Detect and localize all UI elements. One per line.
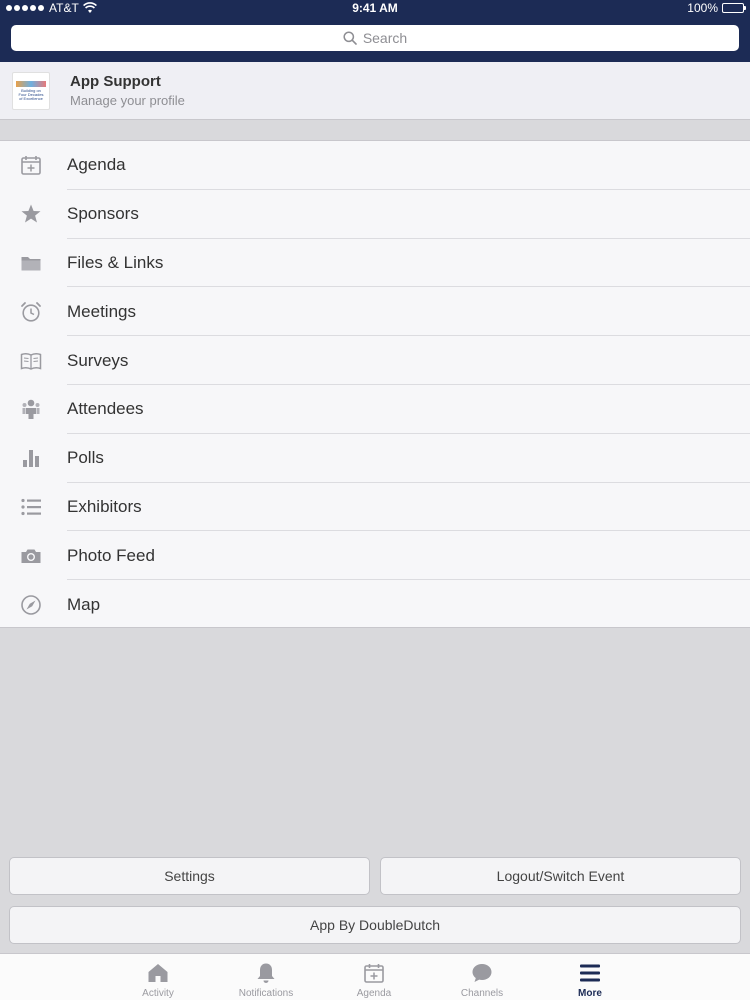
star-icon — [19, 202, 43, 226]
menu-icon — [580, 964, 600, 982]
app-by-doubledutch-button[interactable]: App By DoubleDutch — [9, 906, 741, 944]
battery-percent: 100% — [687, 1, 718, 15]
status-time: 9:41 AM — [352, 1, 398, 15]
list-icon — [19, 495, 43, 519]
camera-icon — [19, 544, 43, 568]
menu-item-label: Photo Feed — [67, 545, 155, 565]
more-menu-list: Agenda Sponsors Files & Links Meetings S… — [0, 140, 750, 628]
menu-item-label: Meetings — [67, 301, 136, 321]
menu-item-agenda[interactable]: Agenda — [0, 141, 750, 190]
menu-item-files-links[interactable]: Files & Links — [0, 239, 750, 288]
tab-more[interactable]: More — [536, 954, 644, 1000]
menu-item-map[interactable]: Map — [0, 580, 750, 629]
open-book-icon — [19, 349, 43, 373]
menu-item-label: Agenda — [67, 155, 126, 175]
home-icon — [148, 964, 168, 982]
menu-item-sponsors[interactable]: Sponsors — [0, 190, 750, 239]
tab-label: Agenda — [356, 988, 392, 999]
avatar: Building on Four Decades of Excellence — [12, 71, 50, 110]
avatar-line-3: of Excellence — [19, 95, 43, 101]
calendar-icon — [364, 964, 384, 983]
status-right: 100% — [687, 0, 746, 16]
bell-icon — [257, 963, 275, 983]
profile-title: App Support — [70, 73, 161, 90]
profile-subtitle: Manage your profile — [70, 93, 185, 108]
search-icon — [343, 31, 357, 45]
folder-icon — [19, 251, 43, 275]
bar-chart-icon — [19, 446, 43, 470]
avatar-graphic — [16, 80, 46, 87]
search-input[interactable]: Search — [11, 25, 739, 51]
tab-label: Channels — [460, 988, 504, 999]
menu-item-exhibitors[interactable]: Exhibitors — [0, 483, 750, 532]
top-bar: AT&T 9:41 AM 100% Search — [0, 0, 750, 62]
search-placeholder: Search — [362, 30, 408, 46]
profile-row[interactable]: Building on Four Decades of Excellence A… — [0, 62, 750, 120]
people-icon — [19, 397, 43, 421]
status-bar: AT&T 9:41 AM 100% — [0, 0, 750, 16]
tab-bar: Activity Notifications Agenda Channels M… — [0, 953, 750, 1000]
menu-item-photo-feed[interactable]: Photo Feed — [0, 531, 750, 580]
tab-activity[interactable]: Activity — [104, 954, 212, 1000]
calendar-icon — [19, 153, 43, 177]
tab-notifications[interactable]: Notifications — [212, 954, 320, 1000]
tab-label: Activity — [142, 988, 174, 999]
tab-label: More — [578, 988, 602, 999]
menu-item-surveys[interactable]: Surveys — [0, 336, 750, 385]
menu-item-attendees[interactable]: Attendees — [0, 385, 750, 434]
menu-item-label: Attendees — [67, 399, 144, 419]
menu-item-label: Sponsors — [67, 204, 139, 224]
menu-item-polls[interactable]: Polls — [0, 434, 750, 483]
logout-switch-event-button[interactable]: Logout/Switch Event — [380, 857, 741, 895]
menu-item-label: Exhibitors — [67, 496, 142, 516]
tab-label: Notifications — [238, 988, 294, 999]
more-screen: AT&T 9:41 AM 100% Search Building on Fou… — [0, 0, 750, 1000]
menu-item-label: Surveys — [67, 350, 129, 370]
chat-bubble-icon — [472, 964, 492, 982]
settings-button[interactable]: Settings — [9, 857, 370, 895]
menu-item-meetings[interactable]: Meetings — [0, 287, 750, 336]
compass-icon — [19, 593, 43, 617]
menu-item-label: Files & Links — [67, 252, 164, 272]
profile-text: App Support Manage your profile — [70, 73, 185, 108]
battery-icon — [722, 3, 746, 13]
menu-item-label: Polls — [67, 448, 104, 468]
tab-channels[interactable]: Channels — [428, 954, 536, 1000]
alarm-clock-icon — [19, 300, 43, 324]
tab-agenda[interactable]: Agenda — [320, 954, 428, 1000]
menu-item-label: Map — [67, 594, 101, 614]
